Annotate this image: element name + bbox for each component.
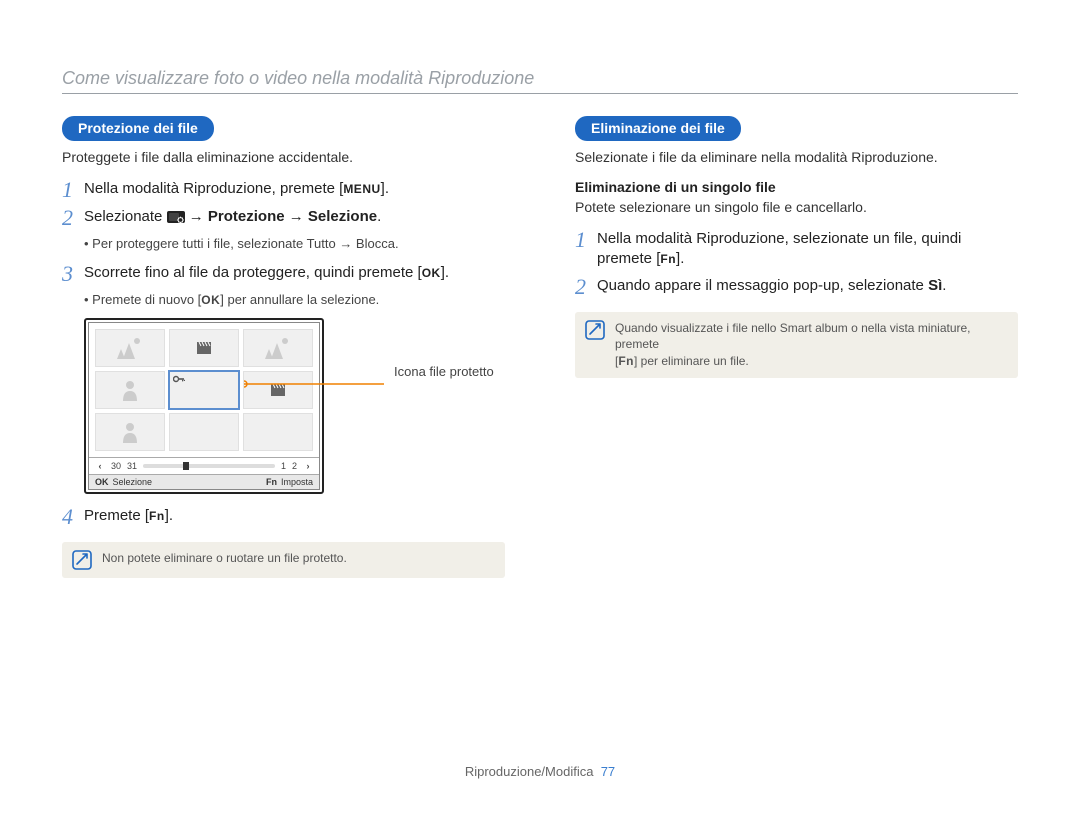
column-left: Protezione dei file Proteggete i file da… [62, 116, 505, 578]
step-text: Scorrete fino al file da proteggere, qui… [84, 263, 449, 283]
page-footer: Riproduzione/Modifica 77 [0, 764, 1080, 779]
step-text: Nella modalità Riproduzione, selezionate… [597, 229, 961, 270]
section-heading-protection: Protezione dei file [62, 116, 214, 141]
thumbnail [95, 413, 165, 451]
movie-clapper-icon [271, 384, 285, 396]
left-arrow-icon: ‹ [95, 461, 105, 471]
note-box: Quando visualizzate i file nello Smart a… [575, 312, 1018, 378]
thumbnail [243, 371, 313, 409]
note-icon [72, 550, 92, 570]
settings-icon [167, 210, 185, 224]
section-heading-deletion: Eliminazione dei file [575, 116, 741, 141]
sub-bullet: Premete di nuovo [OK] per annullare la s… [84, 291, 505, 309]
intro-text: Proteggete i file dalla eliminazione acc… [62, 149, 505, 165]
movie-clapper-icon [197, 342, 211, 354]
calendar-timeline: ‹ 30 31 1 2 › [89, 458, 319, 475]
note-text: Non potete eliminare o ruotare un file p… [102, 550, 347, 567]
sub-bullet: Per proteggere tutti i file, selezionate… [84, 235, 505, 253]
step-2: 2 Quando appare il messaggio pop-up, sel… [575, 276, 1018, 298]
thumbnail-selected [169, 371, 239, 409]
step-2: 2 Selezionate → Protezione → Selezione. [62, 207, 505, 229]
column-right: Eliminazione dei file Selezionate i file… [575, 116, 1018, 578]
step-3: 3 Scorrete fino al file da proteggere, q… [62, 263, 505, 285]
step-4: 4 Premete [Fn]. [62, 506, 505, 528]
step-number: 2 [62, 207, 84, 229]
callout-label: Icona file protetto [394, 364, 494, 379]
intro-text: Selezionate i file da eliminare nella mo… [575, 149, 1018, 165]
thumbnail [169, 329, 239, 367]
manual-page: Come visualizzare foto o video nella mod… [0, 0, 1080, 815]
sub-intro-text: Potete selezionare un singolo file e can… [575, 199, 1018, 215]
step-number: 4 [62, 506, 84, 528]
thumbnail [95, 329, 165, 367]
step-text: Selezionate → Protezione → Selezione. [84, 207, 381, 227]
status-bar: OK Selezione Fn Imposta [89, 475, 319, 489]
step-number: 1 [62, 179, 84, 201]
timeline-bar [143, 464, 275, 468]
step-text: Quando appare il messaggio pop-up, selez… [597, 276, 946, 296]
step-number: 2 [575, 276, 597, 298]
step-number: 3 [62, 263, 84, 285]
step-1: 1 Nella modalità Riproduzione, seleziona… [575, 229, 1018, 270]
right-arrow-icon: › [303, 461, 313, 471]
key-lock-icon [173, 374, 185, 384]
note-box: Non potete eliminare o ruotare un file p… [62, 542, 505, 578]
subheading: Eliminazione di un singolo file [575, 179, 1018, 195]
step-text: Premete [Fn]. [84, 506, 173, 526]
chapter-title: Come visualizzare foto o video nella mod… [62, 68, 1018, 94]
two-column-layout: Protezione dei file Proteggete i file da… [62, 116, 1018, 578]
step-text: Nella modalità Riproduzione, premete [ME… [84, 179, 389, 199]
camera-screen-illustration: ‹ 30 31 1 2 › OK Selezione [84, 318, 324, 494]
thumbnail [169, 413, 239, 451]
step-number: 1 [575, 229, 597, 251]
note-icon [585, 320, 605, 340]
thumbnail [243, 329, 313, 367]
step-1: 1 Nella modalità Riproduzione, premete [… [62, 179, 505, 201]
thumbnail [243, 413, 313, 451]
thumbnail [95, 371, 165, 409]
note-text: Quando visualizzate i file nello Smart a… [615, 320, 1008, 370]
